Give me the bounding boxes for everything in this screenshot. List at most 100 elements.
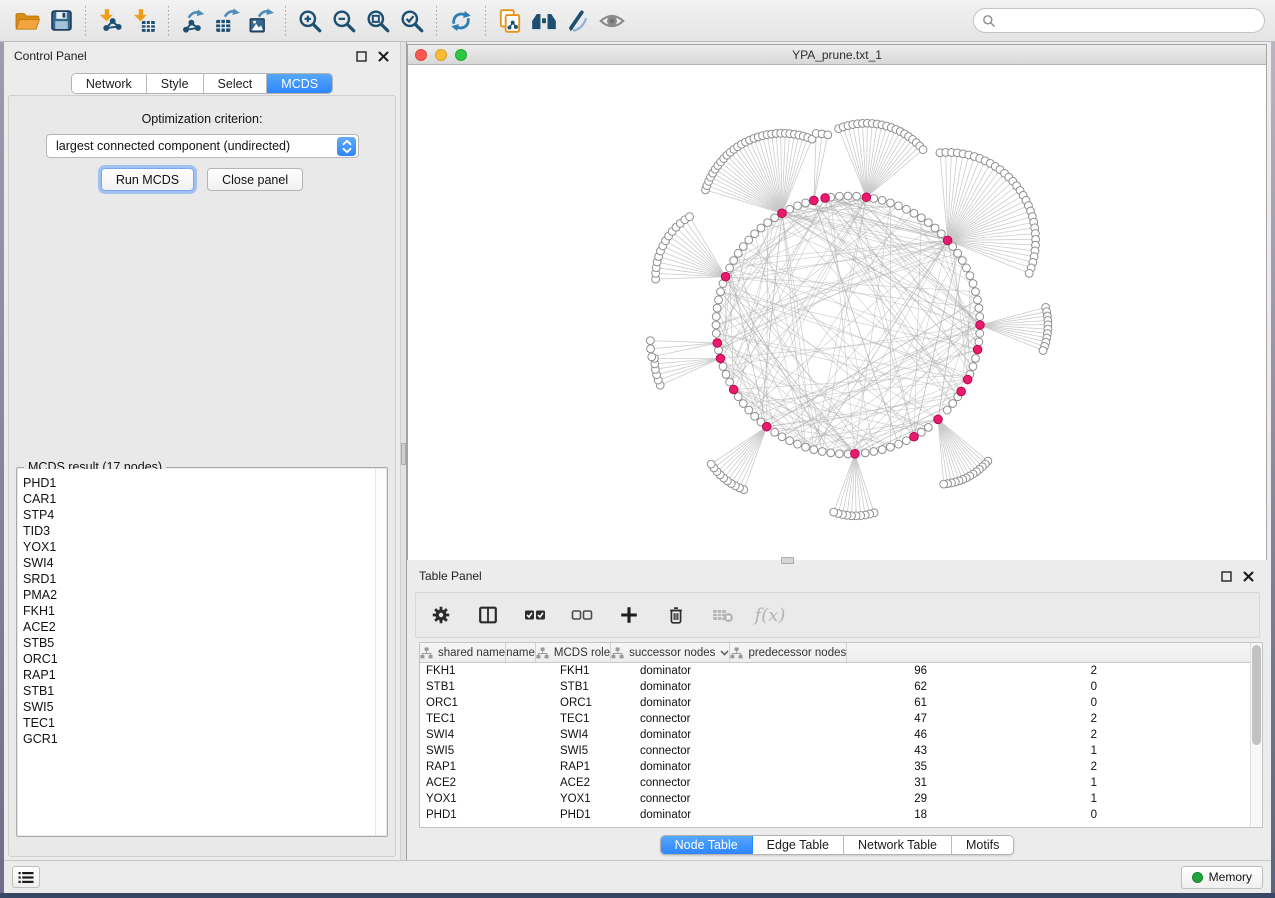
run-mcds-button[interactable]: Run MCDS	[101, 168, 194, 191]
right-pane: YPA_prune.txt_1 Table Panel	[407, 42, 1267, 860]
mcds-result-item[interactable]: SRD1	[23, 571, 386, 587]
table-row[interactable]: ORC1 ORC1 dominator 61 0	[420, 695, 1262, 711]
mcds-list-scrollbar[interactable]	[375, 469, 386, 835]
zoom-fit-button[interactable]	[361, 4, 395, 38]
mcds-result-item[interactable]: STB5	[23, 635, 386, 651]
mcds-result-item[interactable]: SWI4	[23, 555, 386, 571]
table-tab[interactable]: Network Table	[844, 836, 952, 854]
mcds-result-item[interactable]: YOX1	[23, 539, 386, 555]
mcds-result-item[interactable]: ORC1	[23, 651, 386, 667]
mcds-result-list[interactable]: PHD1CAR1STP4TID3YOX1SWI4SRD1PMA2FKH1ACE2…	[18, 469, 386, 835]
mcds-result-item[interactable]: STP4	[23, 507, 386, 523]
task-history-button[interactable]	[12, 866, 40, 888]
network-search-field[interactable]	[973, 8, 1265, 33]
float-window-icon[interactable]	[355, 50, 368, 63]
table-column-header[interactable]: shared name	[420, 643, 506, 662]
control-panel-tab[interactable]: Select	[204, 74, 268, 93]
column-header-label: name	[506, 647, 535, 659]
float-table-panel-icon[interactable]	[1220, 570, 1233, 583]
refresh-view-button[interactable]	[444, 4, 478, 38]
zoom-selected-button[interactable]	[395, 4, 429, 38]
table-row[interactable]: SWI5 SWI5 connector 43 1	[420, 743, 1262, 759]
mcds-result-item[interactable]: CAR1	[23, 491, 386, 507]
network-window-title: YPA_prune.txt_1	[408, 48, 1266, 62]
mcds-result-item[interactable]: GCR1	[23, 731, 386, 747]
splitter-handle[interactable]	[401, 443, 406, 465]
save-session-button[interactable]	[44, 4, 78, 38]
table-tab[interactable]: Node Table	[661, 836, 753, 854]
cell-successor-nodes: 35	[785, 759, 933, 775]
toolbar-separator	[85, 6, 86, 36]
cell-successor-nodes: 31	[785, 775, 933, 791]
vertical-splitter[interactable]	[400, 42, 407, 860]
close-panel-icon[interactable]	[377, 50, 390, 63]
network-graph-canvas[interactable]	[408, 66, 1266, 560]
column-layout-button[interactable]	[475, 602, 501, 628]
mcds-result-item[interactable]: FKH1	[23, 603, 386, 619]
vizmapper-button[interactable]	[561, 4, 595, 38]
export-image-button[interactable]	[244, 4, 278, 38]
table-column-header[interactable]: MCDS role	[536, 643, 611, 662]
table-settings-button[interactable]	[428, 602, 454, 628]
cell-name: TEC1	[554, 711, 634, 727]
delete-table-button-disabled	[710, 602, 736, 628]
cell-mcds-role: dominator	[634, 663, 785, 679]
table-row[interactable]: TEC1 TEC1 connector 47 2	[420, 711, 1262, 727]
table-tab[interactable]: Edge Table	[753, 836, 844, 854]
mcds-result-item[interactable]: ACE2	[23, 619, 386, 635]
memory-button[interactable]: Memory	[1181, 866, 1263, 889]
table-scrollbar[interactable]	[1250, 643, 1262, 827]
mcds-result-item[interactable]: PHD1	[23, 475, 386, 491]
network-window-titlebar[interactable]: YPA_prune.txt_1	[408, 45, 1266, 65]
control-panel-tab[interactable]: MCDS	[267, 74, 332, 93]
close-panel-button[interactable]: Close panel	[207, 168, 303, 191]
mcds-result-item[interactable]: SWI5	[23, 699, 386, 715]
import-table-button[interactable]	[127, 4, 161, 38]
table-column-header[interactable]: predecessor nodes	[730, 643, 847, 662]
mcds-result-groupbox: MCDS result (17 nodes) PHD1CAR1STP4TID3Y…	[16, 467, 388, 837]
table-row[interactable]: FKH1 FKH1 dominator 96 2	[420, 663, 1262, 679]
delete-column-button[interactable]	[663, 602, 689, 628]
create-column-button[interactable]	[616, 602, 642, 628]
search-input[interactable]	[1001, 14, 1256, 28]
export-table-button[interactable]	[210, 4, 244, 38]
table-column-header[interactable]: name	[506, 643, 536, 662]
table-row[interactable]: RAP1 RAP1 dominator 35 2	[420, 759, 1262, 775]
optimization-criterion-select[interactable]: largest connected component (undirected)	[46, 134, 359, 158]
table-row[interactable]: YOX1 YOX1 connector 29 1	[420, 791, 1262, 807]
table-row[interactable]: STB1 STB1 dominator 62 0	[420, 679, 1262, 695]
open-session-button[interactable]	[10, 4, 44, 38]
deselect-all-columns-button[interactable]	[569, 602, 595, 628]
mcds-result-item[interactable]: TID3	[23, 523, 386, 539]
export-network-button[interactable]	[176, 4, 210, 38]
binoculars-icon	[530, 8, 558, 34]
control-panel-tab[interactable]: Style	[147, 74, 204, 93]
select-all-columns-button[interactable]	[522, 602, 548, 628]
close-table-panel-icon[interactable]	[1242, 570, 1255, 583]
import-network-button[interactable]	[93, 4, 127, 38]
table-row[interactable]: PHD1 PHD1 dominator 18 0	[420, 807, 1262, 823]
mcds-result-item[interactable]: PMA2	[23, 587, 386, 603]
table-toolbar: f(x)	[415, 592, 1260, 638]
horizontal-splitter-handle[interactable]	[781, 557, 794, 564]
show-graphics-details-button[interactable]	[595, 4, 629, 38]
cell-predecessor-nodes: 1	[933, 791, 1103, 807]
mcds-result-item[interactable]: STB1	[23, 683, 386, 699]
control-panel-tab[interactable]: Network	[72, 74, 147, 93]
mcds-result-item[interactable]: TEC1	[23, 715, 386, 731]
zoom-out-button[interactable]	[327, 4, 361, 38]
export-table-icon	[214, 8, 240, 34]
zoom-in-button[interactable]	[293, 4, 327, 38]
table-column-header[interactable]: successor nodes	[611, 643, 730, 662]
table-tab[interactable]: Motifs	[952, 836, 1013, 854]
search-network-button[interactable]	[527, 4, 561, 38]
cell-predecessor-nodes: 2	[933, 663, 1103, 679]
memory-status-icon	[1192, 872, 1203, 883]
table-row[interactable]: SWI4 SWI4 dominator 46 2	[420, 727, 1262, 743]
clone-network-button[interactable]	[493, 4, 527, 38]
cell-successor-nodes: 62	[785, 679, 933, 695]
mcds-result-item[interactable]: RAP1	[23, 667, 386, 683]
table-row[interactable]: ACE2 ACE2 connector 31 1	[420, 775, 1262, 791]
table-scrollbar-thumb[interactable]	[1252, 645, 1261, 745]
table-body: FKH1 FKH1 dominator 96 2 STB1 STB1 domin…	[420, 663, 1262, 823]
